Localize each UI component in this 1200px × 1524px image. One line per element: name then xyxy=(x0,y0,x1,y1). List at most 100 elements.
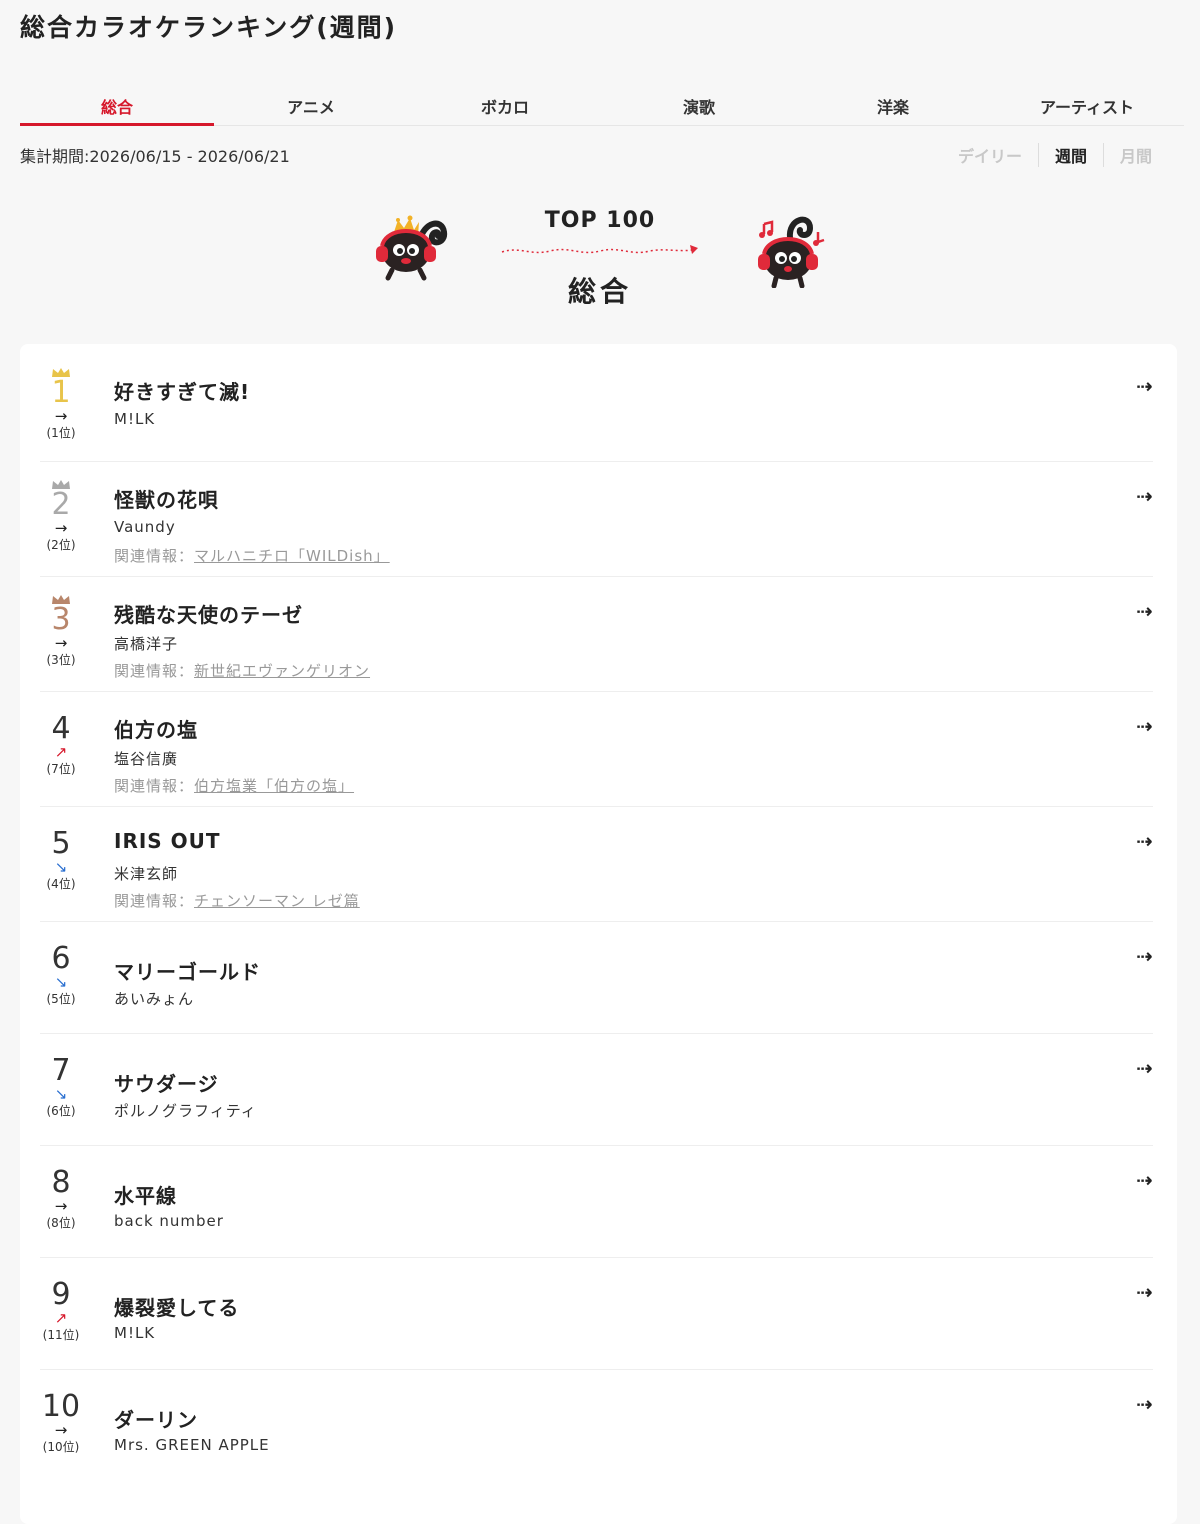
previous-rank: (10位) xyxy=(42,1440,80,1454)
previous-rank: (6位) xyxy=(46,1104,76,1118)
trend-down-icon: ↘ xyxy=(54,973,68,991)
song-title[interactable]: マリーゴールド xyxy=(114,956,261,985)
detail-arrow-icon[interactable]: ⇢ xyxy=(1136,714,1153,738)
related-link[interactable]: マルハニチロ「WILDish」 xyxy=(194,547,390,565)
trend-up-icon: ↗ xyxy=(54,743,68,761)
term-weekly-link[interactable]: 週間 xyxy=(1037,143,1103,167)
artist-name[interactable]: back number xyxy=(114,1212,224,1230)
related-label: 関連情報： xyxy=(114,662,195,680)
related-label: 関連情報： xyxy=(114,777,195,795)
ranking-row[interactable]: 6 ↘ (5位) マリーゴールド あいみょん ⇢ xyxy=(40,922,1153,1034)
trend-down-icon: ↘ xyxy=(54,858,68,876)
ranking-row[interactable]: 1 → (1位) 好きすぎて滅! M!LK ⇢ xyxy=(40,364,1153,462)
mascot-crown-icon xyxy=(376,215,448,281)
ranking-row[interactable]: 2 → (2位) 怪獣の花唄 Vaundy 関連情報：マルハニチロ「WILDis… xyxy=(40,462,1153,577)
song-title[interactable]: 爆裂愛してる xyxy=(114,1292,239,1321)
page-title: 総合カラオケランキング(週間) xyxy=(20,13,398,42)
artist-name[interactable]: 塩谷信廣 xyxy=(114,748,178,769)
detail-arrow-icon[interactable]: ⇢ xyxy=(1136,1168,1153,1192)
tab-vocaloid[interactable]: ボカロ xyxy=(408,86,602,125)
artist-name[interactable]: M!LK xyxy=(114,1324,155,1342)
rank-number: 6 xyxy=(51,941,71,976)
previous-rank: (11位) xyxy=(42,1328,80,1342)
song-title[interactable]: 伯方の塩 xyxy=(114,714,198,743)
related-info: 関連情報：伯方塩業「伯方の塩」 xyxy=(114,775,354,796)
song-title[interactable]: 怪獣の花唄 xyxy=(114,484,219,513)
detail-arrow-icon[interactable]: ⇢ xyxy=(1136,944,1153,968)
previous-rank: (8位) xyxy=(46,1216,76,1230)
trend-flat-icon: → xyxy=(54,634,68,652)
previous-rank: (4位) xyxy=(46,877,76,891)
tab-artist[interactable]: アーティスト xyxy=(990,86,1184,125)
artist-name[interactable]: M!LK xyxy=(114,410,155,428)
tab-enka[interactable]: 演歌 xyxy=(602,86,796,125)
tab-anime[interactable]: アニメ xyxy=(214,86,408,125)
rank-number: 4 xyxy=(51,711,71,746)
hero-category-label: 総合 xyxy=(567,275,632,308)
trend-flat-icon: → xyxy=(54,1197,68,1215)
previous-rank: (7位) xyxy=(46,762,76,776)
previous-rank: (2位) xyxy=(46,538,76,552)
hero-top-label: TOP 100 xyxy=(544,208,656,233)
related-link[interactable]: チェンソーマン レゼ篇 xyxy=(194,892,360,910)
tab-overall[interactable]: 総合 xyxy=(20,86,214,126)
ranking-row[interactable]: 5 ↘ (4位) IRIS OUT 米津玄師 関連情報：チェンソーマン レゼ篇 … xyxy=(40,807,1153,922)
related-label: 関連情報： xyxy=(114,547,195,565)
related-link[interactable]: 伯方塩業「伯方の塩」 xyxy=(194,777,354,795)
rank-number: 2 xyxy=(51,487,71,522)
detail-arrow-icon[interactable]: ⇢ xyxy=(1136,829,1153,853)
term-daily-link[interactable]: デイリー xyxy=(942,143,1038,167)
artist-name[interactable]: Mrs. GREEN APPLE xyxy=(114,1436,270,1454)
rank-number: 7 xyxy=(51,1053,71,1088)
rank-number: 3 xyxy=(51,602,71,637)
term-switch: デイリー 週間 月間 xyxy=(942,143,1168,167)
rank-number: 5 xyxy=(51,826,71,861)
aggregation-period: 集計期間:2026/06/15 - 2026/06/21 xyxy=(20,147,290,166)
related-info: 関連情報：マルハニチロ「WILDish」 xyxy=(114,545,390,566)
trend-down-icon: ↘ xyxy=(54,1085,68,1103)
trend-flat-icon: → xyxy=(54,519,68,537)
related-info: 関連情報：チェンソーマン レゼ篇 xyxy=(114,890,360,911)
related-info: 関連情報：新世紀エヴァンゲリオン xyxy=(114,660,370,681)
song-title[interactable]: 水平線 xyxy=(114,1180,177,1209)
ranking-row[interactable]: 8 → (8位) 水平線 back number ⇢ xyxy=(40,1146,1153,1258)
detail-arrow-icon[interactable]: ⇢ xyxy=(1136,374,1153,398)
artist-name[interactable]: Vaundy xyxy=(114,518,176,536)
rank-number: 9 xyxy=(51,1277,71,1312)
ranking-row[interactable]: 9 ↗ (11位) 爆裂愛してる M!LK ⇢ xyxy=(40,1258,1153,1370)
category-tabs: 総合 アニメ ボカロ 演歌 洋楽 アーティスト xyxy=(20,86,1184,126)
ranking-row[interactable]: 10 → (10位) ダーリン Mrs. GREEN APPLE ⇢ xyxy=(40,1370,1153,1482)
related-label: 関連情報： xyxy=(114,892,195,910)
song-title[interactable]: 残酷な天使のテーゼ xyxy=(114,599,303,628)
rank-number: 1 xyxy=(51,375,71,410)
related-link[interactable]: 新世紀エヴァンゲリオン xyxy=(194,662,370,680)
artist-name[interactable]: 米津玄師 xyxy=(114,863,178,884)
detail-arrow-icon[interactable]: ⇢ xyxy=(1136,484,1153,508)
mascot-music-icon xyxy=(758,216,825,288)
trend-up-icon: ↗ xyxy=(54,1309,68,1327)
term-monthly-link[interactable]: 月間 xyxy=(1102,143,1168,167)
song-title[interactable]: サウダージ xyxy=(114,1068,219,1097)
song-title[interactable]: ダーリン xyxy=(114,1404,198,1433)
rank-number: 8 xyxy=(51,1165,71,1200)
artist-name[interactable]: 高橋洋子 xyxy=(114,633,178,654)
artist-name[interactable]: ポルノグラフィティ xyxy=(114,1100,257,1121)
ranking-row[interactable]: 3 → (3位) 残酷な天使のテーゼ 高橋洋子 関連情報：新世紀エヴァンゲリオン… xyxy=(40,577,1153,692)
detail-arrow-icon[interactable]: ⇢ xyxy=(1136,1280,1153,1304)
song-title[interactable]: 好きすぎて滅! xyxy=(114,376,250,405)
detail-arrow-icon[interactable]: ⇢ xyxy=(1136,599,1153,623)
detail-arrow-icon[interactable]: ⇢ xyxy=(1136,1392,1153,1416)
tab-western[interactable]: 洋楽 xyxy=(796,86,990,125)
artist-name[interactable]: あいみょん xyxy=(114,988,194,1009)
song-title[interactable]: IRIS OUT xyxy=(114,829,221,853)
previous-rank: (3位) xyxy=(46,653,76,667)
ranking-row[interactable]: 7 ↘ (6位) サウダージ ポルノグラフィティ ⇢ xyxy=(40,1034,1153,1146)
detail-arrow-icon[interactable]: ⇢ xyxy=(1136,1056,1153,1080)
ranking-list: 1 → (1位) 好きすぎて滅! M!LK ⇢ 2 → (2位) 怪獣の花唄 V… xyxy=(20,344,1177,1524)
rank-number: 10 xyxy=(41,1389,81,1424)
trend-flat-icon: → xyxy=(54,1421,68,1439)
ranking-row[interactable]: 4 ↗ (7位) 伯方の塩 塩谷信廣 関連情報：伯方塩業「伯方の塩」 ⇢ xyxy=(40,692,1153,807)
wavy-arrow-icon xyxy=(501,245,698,254)
trend-flat-icon: → xyxy=(54,407,68,425)
previous-rank: (5位) xyxy=(46,992,76,1006)
